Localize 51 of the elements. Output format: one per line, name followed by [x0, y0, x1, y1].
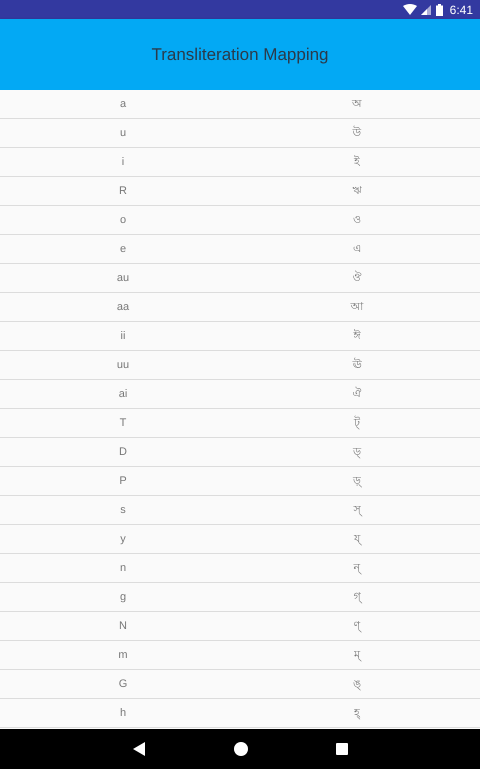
latin-text: u	[120, 127, 126, 139]
bengali-text: ড়্	[353, 474, 361, 490]
bengali-text: হ্	[354, 706, 360, 722]
latin-text: s	[120, 504, 126, 516]
latin-text: ai	[118, 388, 128, 400]
signal-icon	[420, 4, 432, 16]
latin-text: e	[120, 243, 126, 255]
latin-text: T	[120, 417, 126, 429]
latin-text: au	[116, 272, 130, 284]
latin-text: R	[119, 185, 127, 197]
back-icon[interactable]	[132, 742, 146, 756]
latin-text: D	[119, 446, 127, 458]
toolbar-title: Transliteration Mapping	[151, 44, 328, 64]
latin-text: N	[119, 620, 127, 632]
latin-text: uu	[116, 359, 130, 371]
wifi-icon	[402, 4, 417, 16]
latin-text: m	[118, 649, 128, 661]
bengali-text: ঊ	[352, 356, 362, 372]
bengali-text: য্	[354, 532, 360, 548]
latin-text: g	[120, 591, 126, 603]
bengali-text: ই	[354, 154, 360, 170]
bengali-text: গ্	[354, 590, 360, 606]
bengali-text: ও	[353, 212, 361, 228]
bengali-text: ঔ	[352, 270, 362, 286]
bengali-text: আ	[350, 300, 364, 314]
bengali-text: উ	[352, 124, 362, 140]
bengali-text: অ	[352, 96, 362, 112]
bengali-text: ট্	[354, 414, 360, 432]
latin-text: h	[120, 707, 126, 719]
bengali-text: ন্	[354, 560, 360, 576]
bengali-text: এ	[353, 242, 361, 256]
latin-text: aa	[116, 301, 130, 313]
latin-text: y	[120, 533, 126, 545]
battery-icon	[436, 4, 443, 16]
bengali-text: ড্	[353, 444, 361, 460]
home-icon[interactable]	[234, 742, 248, 756]
bengali-text: ঙ্	[353, 676, 361, 692]
bengali-text: ঈ	[354, 328, 360, 344]
latin-text: i	[122, 156, 124, 168]
latin-text: o	[120, 214, 126, 226]
bengali-text: ঐ	[352, 386, 362, 402]
bengali-text: ম্	[354, 648, 360, 664]
bengali-text: ণ্	[354, 618, 360, 634]
bengali-text: ঋ	[352, 184, 362, 198]
latin-text: G	[118, 678, 128, 690]
latin-text: n	[120, 562, 126, 574]
status-time: 6:41	[450, 2, 473, 16]
latin-text: a	[120, 98, 126, 110]
latin-text: P	[119, 475, 127, 487]
latin-text: ii	[120, 330, 126, 342]
bengali-text: স্	[354, 502, 360, 518]
